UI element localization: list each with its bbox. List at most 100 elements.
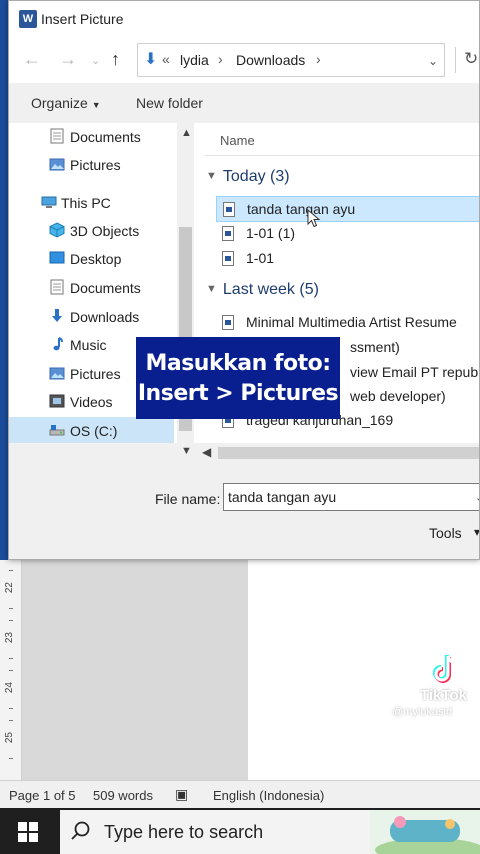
tiktok-logo-icon	[433, 655, 458, 683]
title-bar[interactable]: W Insert Picture	[9, 1, 479, 37]
nav-item-os-drive[interactable]: OS (C:)	[9, 417, 174, 445]
ruler-number: 24	[4, 682, 15, 694]
search-placeholder[interactable]: Type here to search	[104, 822, 263, 843]
breadcrumb-downloads[interactable]: Downloads	[236, 52, 305, 68]
nav-item-desktop[interactable]: Desktop	[9, 245, 174, 273]
search-highlight-illustration-icon	[370, 810, 480, 854]
nav-item-3d-objects[interactable]: 3D Objects	[9, 217, 174, 245]
header-divider	[204, 155, 479, 156]
pictures-icon	[49, 158, 65, 171]
group-header-last-week[interactable]: ▼ Last week (5)	[206, 281, 319, 299]
word-window-edge	[0, 0, 8, 560]
status-bar: Page 1 of 5 509 words ▣ English (Indones…	[0, 780, 480, 808]
image-file-icon	[223, 202, 235, 217]
file-name: view Email PT republik	[350, 364, 480, 380]
file-name: web developer)	[350, 388, 446, 404]
nav-item-pictures[interactable]: Pictures	[9, 151, 174, 179]
nav-item-documents[interactable]: Documents	[9, 123, 174, 151]
vertical-ruler: 22 23 24 25	[0, 560, 22, 780]
ruler-number: 25	[4, 732, 15, 744]
file-name-dropdown-icon[interactable]: ⌄	[475, 491, 479, 504]
language-status[interactable]: English (Indonesia)	[213, 788, 324, 803]
mouse-cursor-icon	[307, 209, 321, 228]
document-icon	[50, 128, 64, 144]
group-header-today[interactable]: ▼ Today (3)	[206, 168, 290, 186]
chevron-down-icon: ▼	[206, 170, 217, 182]
file-item[interactable]: 1-01 (1)	[216, 221, 479, 247]
nav-item-label: Pictures	[70, 366, 121, 382]
word-icon: W	[19, 10, 37, 28]
caption-line-2: Insert > Pictures	[137, 381, 339, 406]
horizontal-scrollbar[interactable]: ◀	[194, 443, 479, 463]
insert-picture-dialog: W Insert Picture ← → ⌄ ↑ ⬇ « lydia › Dow…	[8, 0, 480, 560]
refresh-icon[interactable]: ↻	[455, 47, 479, 73]
pictures-icon	[49, 367, 65, 380]
file-name: Minimal Multimedia Artist Resume	[246, 314, 457, 330]
tiktok-username: @mylokasid	[392, 706, 453, 718]
organize-label: Organize	[31, 95, 88, 111]
file-name-input[interactable]	[223, 483, 479, 511]
nav-item-documents-pc[interactable]: Documents	[9, 274, 174, 302]
tiktok-watermark: TikTok	[420, 687, 467, 704]
recent-locations-chevron-icon[interactable]: ⌄	[91, 54, 100, 67]
nav-item-label: Downloads	[70, 309, 140, 325]
windows-start-icon[interactable]	[18, 822, 38, 842]
scroll-left-arrow-icon[interactable]: ◀	[202, 445, 211, 459]
up-arrow-icon[interactable]: ↑	[111, 49, 120, 70]
caption-overlay: Masukkan foto: Insert > Pictures	[136, 337, 340, 419]
chevron-right-icon[interactable]: ›	[316, 51, 321, 67]
tools-button[interactable]: Tools	[429, 525, 462, 541]
command-bar: Organize ▼ New folder	[9, 83, 479, 123]
horizontal-scroll-thumb[interactable]	[218, 447, 479, 459]
nav-item-label: This PC	[61, 195, 111, 211]
back-arrow-icon[interactable]: ←	[23, 49, 41, 70]
file-item[interactable]: Minimal Multimedia Artist Resume	[216, 310, 479, 336]
navigation-bar: ← → ⌄ ↑ ⬇ « lydia › Downloads › ⌄ ↻	[9, 37, 479, 83]
nav-item-this-pc[interactable]: This PC	[9, 189, 174, 217]
drive-icon	[49, 425, 65, 436]
organize-button[interactable]: Organize ▼	[31, 95, 101, 111]
videos-icon	[49, 394, 65, 408]
nav-item-label: OS (C:)	[70, 423, 118, 439]
image-file-icon	[222, 251, 234, 266]
address-dropdown-icon[interactable]: ⌄	[428, 54, 438, 68]
tools-caret-icon[interactable]: ▾	[474, 525, 479, 539]
file-name: 1-01 (1)	[246, 225, 296, 241]
ruler-number: 23	[4, 632, 15, 644]
file-item[interactable]: tanda tangan ayu	[216, 196, 479, 222]
nav-pane-bottom: ▼	[9, 443, 194, 463]
breadcrumb-lydia[interactable]: lydia	[180, 52, 209, 68]
file-item[interactable]: 1-01	[216, 246, 479, 272]
nav-item-label: Documents	[70, 129, 141, 145]
address-overflow[interactable]: «	[162, 51, 170, 67]
nav-item-label: 3D Objects	[70, 223, 140, 239]
nav-item-downloads[interactable]: Downloads	[9, 303, 174, 331]
scroll-up-arrow-icon[interactable]: ▲	[181, 127, 192, 139]
forward-arrow-icon[interactable]: →	[59, 49, 77, 70]
scroll-down-arrow-icon[interactable]: ▼	[181, 445, 192, 457]
group-label: Last week (5)	[222, 281, 319, 298]
desktop-icon	[49, 251, 65, 264]
word-count[interactable]: 509 words	[93, 788, 153, 803]
nav-item-label: Pictures	[70, 157, 121, 173]
nav-item-label: Documents	[70, 280, 141, 296]
document-margin	[22, 560, 248, 780]
caption-line-1: Masukkan foto:	[145, 351, 331, 376]
column-header-name[interactable]: Name	[220, 133, 255, 148]
address-bar[interactable]: ⬇ « lydia › Downloads › ⌄	[137, 43, 445, 77]
image-file-icon	[222, 226, 234, 241]
nav-item-label: Desktop	[70, 251, 122, 267]
download-icon	[52, 309, 62, 322]
search-icon	[71, 821, 90, 840]
nav-item-label: Music	[70, 337, 107, 353]
caret-down-icon: ▼	[91, 100, 101, 110]
new-folder-button[interactable]: New folder	[136, 95, 203, 111]
proofing-icon[interactable]: ▣	[175, 786, 188, 803]
page-count[interactable]: Page 1 of 5	[9, 788, 76, 803]
image-file-icon	[222, 315, 234, 330]
ruler-number: 22	[4, 582, 15, 594]
file-name: ssment)	[350, 339, 400, 355]
chevron-right-icon[interactable]: ›	[218, 51, 223, 67]
group-label: Today (3)	[222, 168, 290, 185]
file-name: 1-01	[246, 250, 275, 266]
